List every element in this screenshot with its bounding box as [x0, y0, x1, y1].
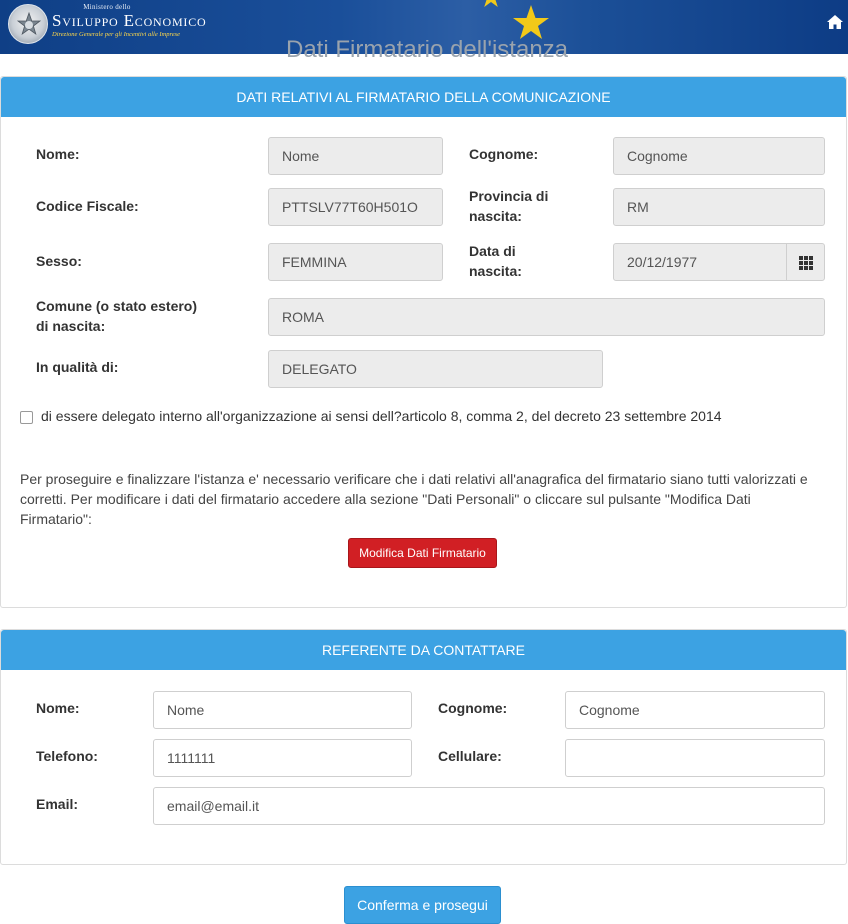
firmatario-cognome-field[interactable]: Cognome	[613, 137, 825, 175]
referente-cognome-input[interactable]: Cognome	[565, 691, 825, 729]
referente-cognome-label: Cognome:	[438, 700, 508, 716]
comune-label-line2: di nascita:	[36, 318, 106, 334]
ministry-subtitle: Direzione Generale per gli Incentivi all…	[52, 31, 181, 38]
verification-note: Per proseguire e finalizzare l'istanza e…	[20, 471, 808, 527]
telefono-input[interactable]: 1111111	[153, 739, 412, 777]
ministry-small-label: Ministero dello	[83, 3, 131, 11]
comune-label-line1: Comune (o stato estero)	[36, 298, 198, 314]
data-nascita-label-line1: Data di	[469, 243, 516, 259]
data-nascita-field[interactable]: 20/12/1977	[613, 243, 787, 281]
provincia-field[interactable]: RM	[613, 188, 825, 226]
qualita-label: In qualità di:	[36, 359, 119, 375]
codice-fiscale-field[interactable]: PTTSLV77T60H501O	[268, 188, 443, 226]
delegato-interno-checkbox[interactable]	[20, 411, 33, 424]
firmatario-panel-heading: DATI RELATIVI AL FIRMATARIO DELLA COMUNI…	[1, 77, 846, 117]
ministry-name: Sviluppo Economico	[52, 11, 207, 30]
codice-fiscale-label: Codice Fiscale:	[36, 198, 139, 214]
sesso-field[interactable]: FEMMINA	[268, 243, 443, 281]
firmatario-nome-label: Nome:	[36, 146, 80, 162]
calendar-button[interactable]	[786, 243, 825, 281]
qualita-field[interactable]: DELEGATO	[268, 350, 603, 388]
provincia-label-line1: Provincia di	[469, 188, 549, 204]
referente-nome-label: Nome:	[36, 700, 80, 716]
cellulare-label: Cellulare:	[438, 748, 502, 764]
firmatario-nome-field[interactable]: Nome	[268, 137, 443, 175]
referente-nome-input[interactable]: Nome	[153, 691, 412, 729]
home-icon[interactable]	[826, 13, 844, 31]
data-nascita-label-line2: nascita:	[469, 263, 522, 279]
telefono-label: Telefono:	[36, 748, 98, 764]
firmatario-cognome-label: Cognome:	[469, 146, 539, 162]
cellulare-input[interactable]	[565, 739, 825, 777]
comune-field[interactable]: ROMA	[268, 298, 825, 336]
email-input[interactable]: email@email.it	[153, 787, 825, 825]
sesso-label: Sesso:	[36, 253, 82, 269]
conferma-prosegui-button[interactable]: Conferma e prosegui	[344, 886, 501, 924]
email-label: Email:	[36, 796, 79, 812]
calendar-grid-icon	[799, 256, 813, 270]
delegato-interno-label: di essere delegato interno all'organizza…	[41, 408, 722, 424]
referente-panel-heading: REFERENTE DA CONTATTARE	[1, 630, 846, 670]
republic-emblem-icon	[8, 4, 48, 44]
provincia-label-line2: nascita:	[469, 208, 522, 224]
eu-star-icon	[513, 5, 549, 39]
modifica-dati-firmatario-button[interactable]: Modifica Dati Firmatario	[348, 538, 497, 568]
eu-star-icon	[484, 0, 498, 7]
page-title: Dati Firmatario dell'istanza	[286, 40, 569, 60]
